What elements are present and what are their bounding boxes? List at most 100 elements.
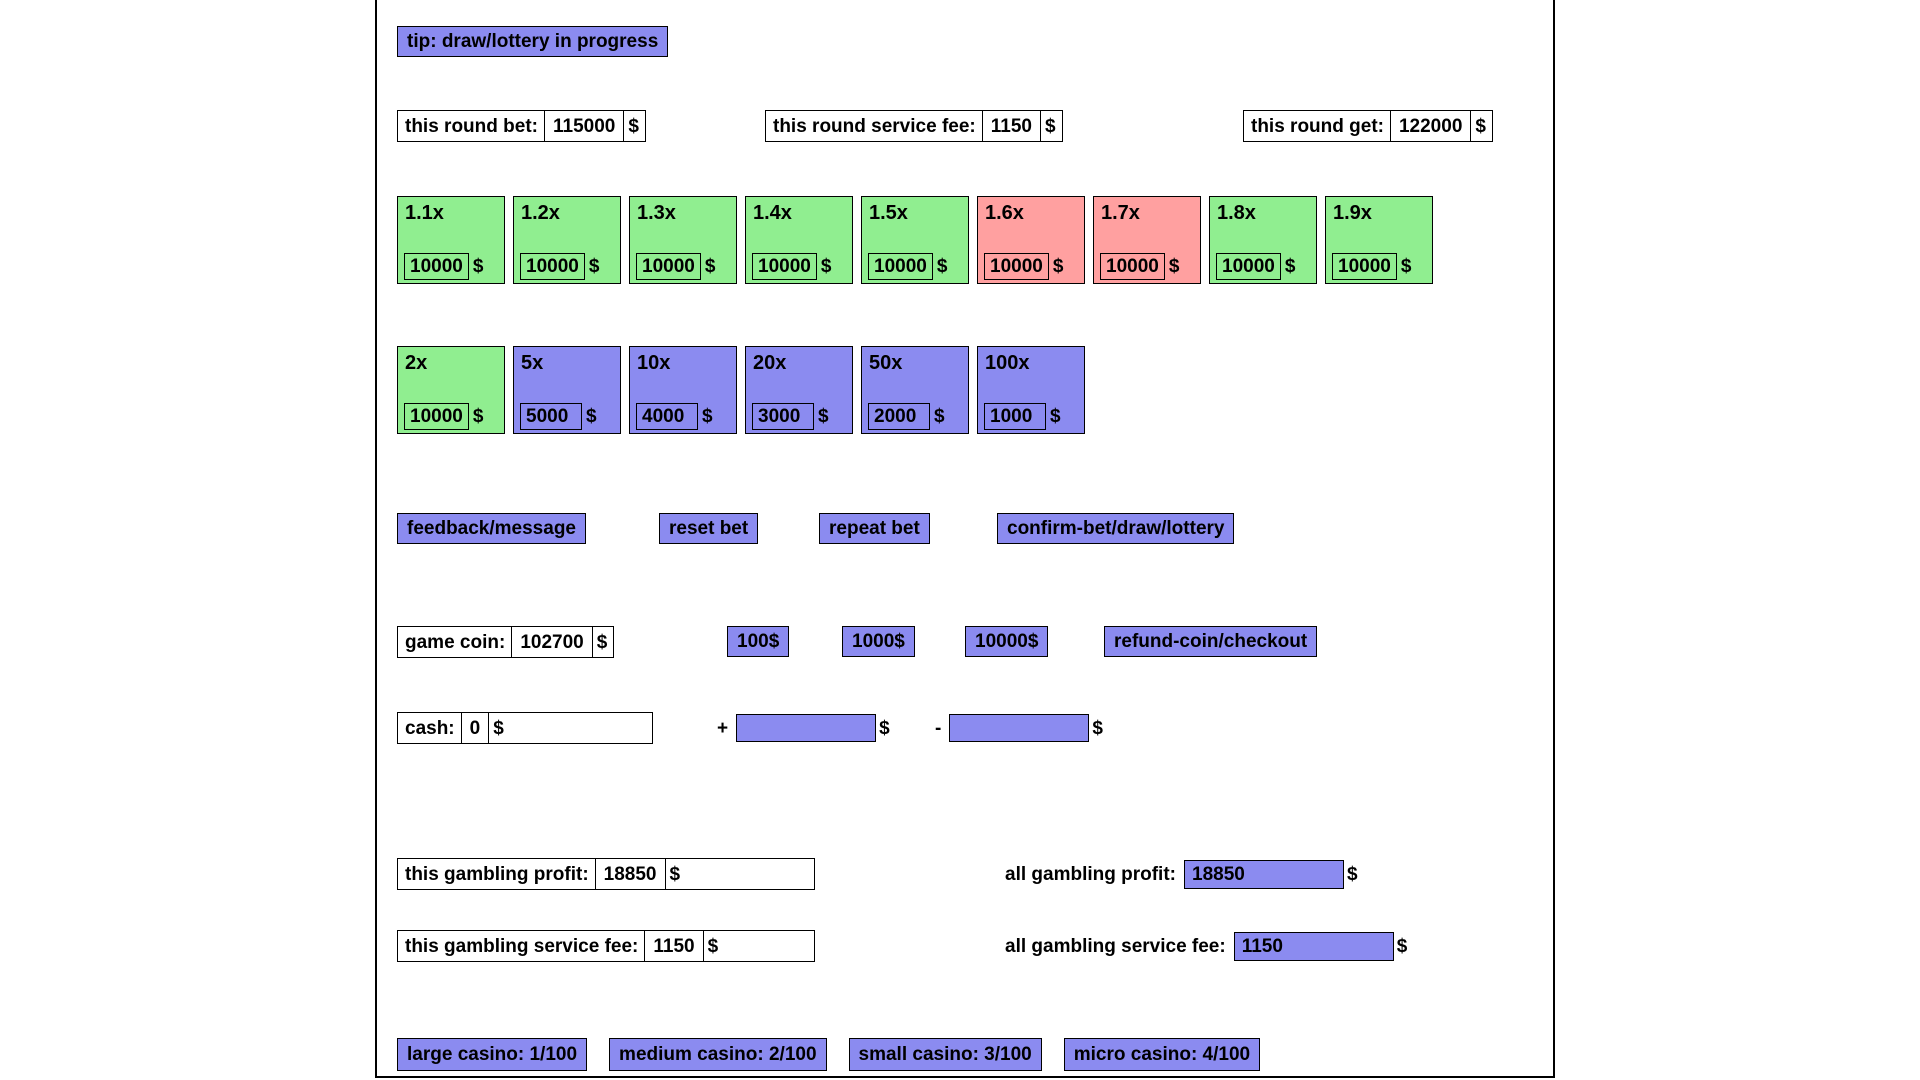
all-gambling-service-fee-label: all gambling service fee: [1005, 935, 1226, 957]
bet-card-amount-unit: $ [472, 256, 484, 277]
casino-tab-1[interactable]: medium casino: 2/100 [609, 1038, 827, 1071]
this-gambling-profit-value[interactable]: 18850 [594, 859, 666, 889]
bet-card-50x[interactable]: 50x 2000 $ [861, 346, 969, 434]
cash-field[interactable]: cash: 0 $ [397, 712, 653, 744]
cash-row: cash: 0 $ + $ - $ [397, 712, 1537, 746]
this-round-get-unit: $ [1475, 115, 1486, 137]
bet-card-1.8x[interactable]: 1.8x 10000 $ [1209, 196, 1317, 284]
tip-banner: tip: draw/lottery in progress [397, 26, 669, 57]
bet-card-amount-group: 1000 $ [984, 403, 1061, 430]
bet-card-multiplier: 1.2x [521, 202, 560, 224]
bet-card-1.3x[interactable]: 1.3x 10000 $ [629, 196, 737, 284]
this-round-service-fee-label: this round service fee: [773, 115, 976, 137]
bet-card-amount-input[interactable]: 1000 [984, 403, 1046, 430]
buy-coin-1000-button[interactable]: 1000$ [842, 626, 915, 657]
bet-card-multiplier: 2x [405, 352, 428, 374]
bet-card-amount-group: 10000 $ [404, 403, 483, 430]
bet-card-1.6x[interactable]: 1.6x 10000 $ [977, 196, 1085, 284]
bet-card-amount-group: 10000 $ [1216, 253, 1295, 280]
bet-card-amount-input[interactable]: 5000 [520, 403, 582, 430]
bet-card-amount-input[interactable]: 10000 [520, 253, 585, 280]
bet-card-1.1x[interactable]: 1.1x 10000 $ [397, 196, 505, 284]
buy-coin-100-button[interactable]: 100$ [727, 626, 790, 657]
bet-card-amount-input[interactable]: 10000 [404, 403, 469, 430]
bet-card-multiplier: 100x [985, 352, 1030, 374]
bet-card-amount-unit: $ [1284, 256, 1296, 277]
bet-card-multiplier: 50x [869, 352, 903, 374]
this-round-get-field[interactable]: this round get: 122000 $ [1243, 110, 1493, 142]
reset-bet-button[interactable]: reset bet [659, 513, 759, 544]
casino-tab-0[interactable]: large casino: 1/100 [397, 1038, 588, 1071]
this-round-bet-value[interactable]: 115000 [543, 111, 625, 141]
this-round-get-value[interactable]: 122000 [1389, 111, 1472, 141]
all-gambling-service-fee-value[interactable]: 1150 [1233, 931, 1394, 961]
casino-tab-2[interactable]: small casino: 3/100 [848, 1038, 1042, 1071]
this-round-service-fee-unit: $ [1044, 115, 1056, 137]
this-round-get-label: this round get: [1251, 115, 1384, 137]
this-round-service-fee-field[interactable]: this round service fee: 1150 $ [765, 110, 1063, 142]
bet-card-amount-unit: $ [1400, 256, 1412, 277]
cash-label: cash: [405, 717, 455, 739]
bet-card-10x[interactable]: 10x 4000 $ [629, 346, 737, 434]
bet-card-amount-unit: $ [936, 256, 948, 277]
bet-card-1.4x[interactable]: 1.4x 10000 $ [745, 196, 853, 284]
bet-card-amount-unit: $ [588, 256, 600, 277]
bet-card-amount-input[interactable]: 10000 [984, 253, 1049, 280]
bet-card-amount-unit: $ [702, 406, 713, 427]
repeat-bet-button[interactable]: repeat bet [819, 513, 930, 544]
casino-tab-3[interactable]: micro casino: 4/100 [1063, 1038, 1261, 1071]
cash-subtract-input[interactable] [949, 714, 1090, 742]
game-coin-field[interactable]: game coin: 102700 $ [397, 626, 615, 658]
bet-card-5x[interactable]: 5x 5000 $ [513, 346, 621, 434]
bet-card-amount-unit: $ [820, 256, 832, 277]
this-gambling-service-fee-value[interactable]: 1150 [644, 931, 704, 961]
bet-card-amount-input[interactable]: 10000 [1216, 253, 1281, 280]
confirm-bet-draw-lottery-button[interactable]: confirm-bet/draw/lottery [997, 513, 1235, 544]
bet-card-multiplier: 10x [637, 352, 671, 374]
bet-card-amount-input[interactable]: 4000 [636, 403, 698, 430]
bet-card-amount-input[interactable]: 2000 [868, 403, 930, 430]
bet-card-2x[interactable]: 2x 10000 $ [397, 346, 505, 434]
casino-panel-frame: tip: draw/lottery in progress this round… [375, 0, 1555, 1078]
this-round-service-fee-value[interactable]: 1150 [981, 111, 1041, 141]
bet-card-amount-input[interactable]: 10000 [404, 253, 469, 280]
cash-value[interactable]: 0 [460, 713, 490, 743]
bet-card-row-primary: 1.1x 10000 $1.2x 10000 $1.3x 10000 $1.4x 10000 $… [397, 196, 1433, 284]
this-round-bet-field[interactable]: this round bet: 115000 $ [397, 110, 646, 142]
bet-card-20x[interactable]: 20x 3000 $ [745, 346, 853, 434]
bet-card-amount-input[interactable]: 10000 [1100, 253, 1165, 280]
bet-card-amount-group: 10000 $ [752, 253, 831, 280]
all-gambling-profit-value[interactable]: 18850 [1184, 859, 1344, 889]
bet-card-1.9x[interactable]: 1.9x 10000 $ [1325, 196, 1433, 284]
bet-card-amount-input[interactable]: 10000 [636, 253, 701, 280]
bet-card-multiplier: 1.9x [1333, 202, 1372, 224]
bet-card-amount-unit: $ [1168, 256, 1180, 277]
bet-card-amount-group: 10000 $ [868, 253, 947, 280]
game-coin-value[interactable]: 102700 [511, 627, 593, 657]
this-gambling-profit-unit: $ [669, 863, 681, 885]
buy-coin-10000-button[interactable]: 10000$ [965, 626, 1049, 657]
bet-card-amount-unit: $ [1052, 256, 1064, 277]
all-gambling-profit-unit: $ [1347, 863, 1358, 885]
bet-card-amount-group: 10000 $ [1332, 253, 1411, 280]
cash-add-input[interactable] [736, 714, 877, 742]
bet-card-1.7x[interactable]: 1.7x 10000 $ [1093, 196, 1201, 284]
bet-card-amount-input[interactable]: 3000 [752, 403, 814, 430]
bet-card-multiplier: 20x [753, 352, 787, 374]
this-gambling-service-fee-field[interactable]: this gambling service fee: 1150 $ [397, 930, 815, 962]
bet-card-amount-input[interactable]: 10000 [752, 253, 817, 280]
refund-coin-checkout-button[interactable]: refund-coin/checkout [1104, 626, 1318, 657]
bet-card-amount-group: 10000 $ [984, 253, 1063, 280]
bet-card-amount-group: 10000 $ [1100, 253, 1179, 280]
app-root: tip: draw/lottery in progress this round… [0, 0, 1920, 1080]
bet-card-1.2x[interactable]: 1.2x 10000 $ [513, 196, 621, 284]
gambling-profit-row: this gambling profit: 18850 $ all gambli… [397, 858, 1537, 892]
bet-card-1.5x[interactable]: 1.5x 10000 $ [861, 196, 969, 284]
this-gambling-profit-field[interactable]: this gambling profit: 18850 $ [397, 858, 815, 890]
round-info-row: this round bet: 115000 $ this round serv… [397, 110, 1547, 144]
bet-card-amount-input[interactable]: 10000 [868, 253, 933, 280]
bet-card-amount-input[interactable]: 10000 [1332, 253, 1397, 280]
bet-card-100x[interactable]: 100x 1000 $ [977, 346, 1085, 434]
this-round-bet-unit: $ [628, 115, 639, 137]
all-gambling-profit-label: all gambling profit: [1005, 863, 1176, 885]
